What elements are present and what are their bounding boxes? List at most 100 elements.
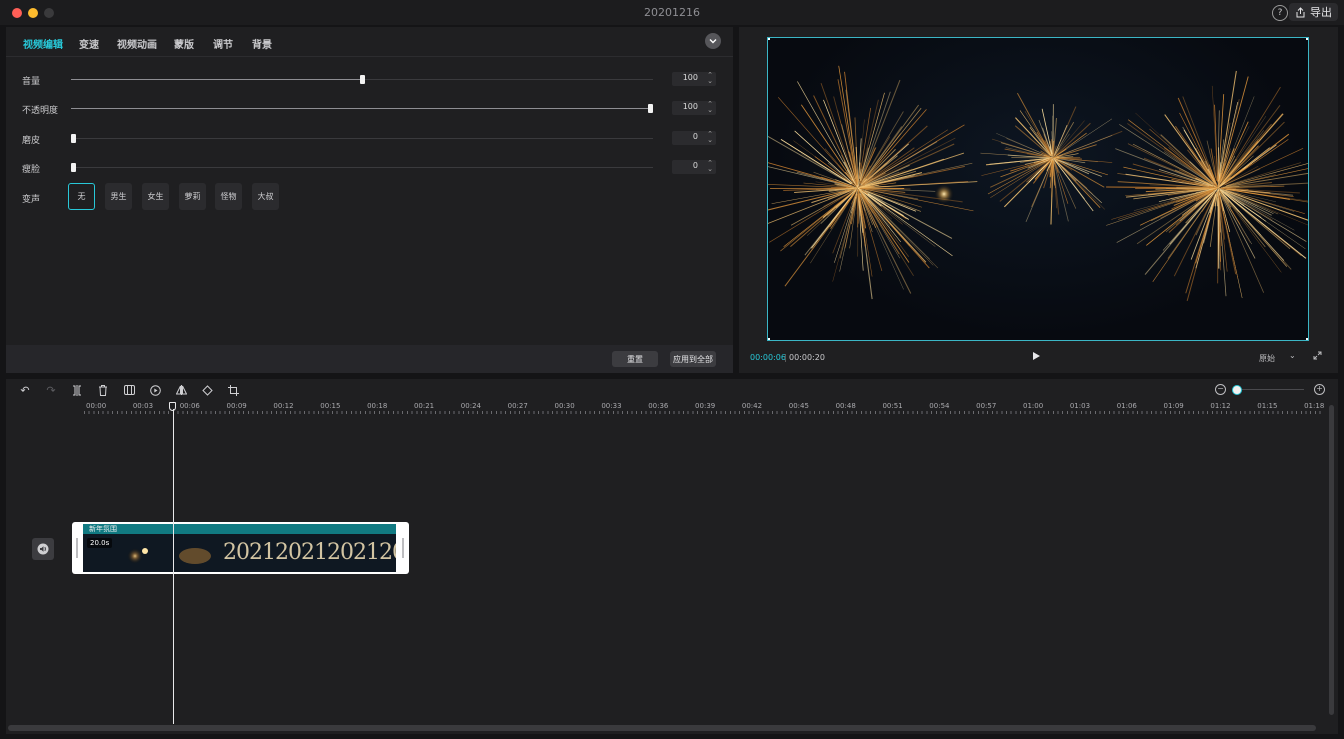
video-preview[interactable] — [767, 37, 1309, 341]
volume-slider[interactable] — [71, 75, 653, 84]
clip-thumb-text: 2021202120212021 — [223, 540, 396, 565]
firework-left — [768, 65, 978, 300]
voice-option-female[interactable]: 女生 — [142, 183, 169, 210]
voice-option-none[interactable]: 无 — [68, 183, 95, 210]
ruler-time-label: 00:39 — [695, 402, 716, 410]
timeline-zoom-knob[interactable] — [1232, 385, 1242, 395]
voice-option-male[interactable]: 男生 — [105, 183, 132, 210]
video-clip[interactable]: 新年氛围 20.0s 2021202120212021 — [72, 522, 409, 574]
mute-track-button[interactable] — [32, 538, 54, 560]
horizontal-scrollbar[interactable] — [8, 725, 1316, 731]
volume-value: 100 — [682, 73, 698, 82]
stepper-arrows-icon[interactable]: ⌃ ⌄ — [707, 160, 713, 173]
tab-speed[interactable]: 变速 — [79, 36, 99, 51]
crop-icon[interactable] — [226, 383, 240, 397]
opacity-value: 100 — [682, 102, 698, 111]
tab-background[interactable]: 背景 — [252, 36, 272, 51]
timeline-ruler[interactable]: 00:00 00:03 00:06 00:09 00:12 00:15 00:18 00:21… — [84, 401, 1324, 415]
reset-button[interactable]: 重置 — [612, 351, 658, 367]
smooth-skin-label: 磨皮 — [22, 136, 41, 146]
total-time: 00:00:20 — [789, 353, 825, 362]
export-label: 导出 — [1310, 6, 1332, 19]
zoom-in-icon[interactable]: + — [1314, 384, 1325, 395]
voice-option-uncle[interactable]: 大叔 — [252, 183, 279, 210]
apply-to-all-button[interactable]: 应用到全部 — [670, 351, 716, 367]
aspect-ratio-select[interactable]: 原始 — [1259, 353, 1275, 364]
ruler-time-label: 00:21 — [413, 402, 435, 410]
smooth-skin-slider-knob[interactable] — [71, 134, 76, 143]
chevron-down-icon[interactable]: ⌄ — [1289, 351, 1296, 360]
tab-video-animation[interactable]: 视频动画 — [117, 36, 157, 51]
firework-streak — [769, 189, 856, 243]
playhead[interactable] — [173, 409, 174, 724]
crop-handle[interactable] — [768, 338, 770, 340]
fullscreen-icon[interactable] — [1313, 351, 1322, 360]
ruler-time-label: 00:42 — [741, 402, 763, 410]
tab-adjust[interactable]: 调节 — [213, 36, 233, 51]
timeline-zoom-slider[interactable] — [1238, 389, 1304, 390]
slim-face-stepper[interactable]: 0 ⌃ ⌄ — [672, 160, 716, 174]
ruler-time-label: 00:51 — [882, 402, 903, 410]
stepper-arrows-icon[interactable]: ⌃ ⌄ — [707, 72, 713, 85]
stepper-arrows-icon[interactable]: ⌃ ⌄ — [707, 131, 713, 144]
ruler-time-label: 00:18 — [367, 402, 388, 410]
voice-option-loli[interactable]: 萝莉 — [179, 183, 206, 210]
undo-icon[interactable]: ↶ — [18, 383, 32, 397]
clip-thumbnail: 新年氛围 20.0s 2021202120212021 — [83, 524, 396, 572]
smooth-skin-slider[interactable] — [71, 134, 653, 143]
rotate-icon[interactable] — [200, 383, 214, 397]
collapse-panel-button[interactable] — [705, 33, 721, 49]
chevron-down-icon — [709, 39, 717, 44]
opacity-slider-knob[interactable] — [648, 104, 653, 113]
ruler-time-label: 00:54 — [929, 402, 950, 410]
volume-slider-fill — [71, 79, 362, 80]
delete-icon[interactable] — [96, 383, 110, 397]
volume-slider-knob[interactable] — [360, 75, 365, 84]
ruler-time-label: 01:15 — [1257, 402, 1278, 410]
voice-option-monster[interactable]: 怪物 — [215, 183, 242, 210]
play-icon[interactable] — [1033, 352, 1040, 360]
clip-trim-handle-left[interactable] — [76, 538, 78, 558]
timeline-panel: ↶ ↷ − + 00:00 00:03 00:06 00:09 00:12 00:15 00… — [6, 379, 1338, 734]
ruler-time-label: 00:00 — [86, 402, 107, 410]
mirror-icon[interactable] — [174, 383, 188, 397]
firework-streak — [987, 159, 1050, 195]
timeline-toolbar: ↶ ↷ − + — [6, 379, 1338, 401]
stepper-arrows-icon[interactable]: ⌃ ⌄ — [707, 101, 713, 114]
crop-handle[interactable] — [1306, 38, 1308, 40]
redo-icon[interactable]: ↷ — [44, 383, 58, 397]
firework-spark — [934, 184, 954, 204]
freeze-frame-icon[interactable] — [122, 383, 136, 397]
ruler-time-label: 00:48 — [835, 402, 856, 410]
split-icon[interactable] — [70, 383, 84, 397]
edit-panel: 视频编辑 变速 视频动画 蒙版 调节 背景 音量 100 ⌃ ⌄ 不透明度 100 ⌃… — [6, 27, 733, 373]
firework-streak — [1054, 135, 1113, 158]
fireworks-image — [768, 65, 1308, 301]
tab-mask[interactable]: 蒙版 — [174, 36, 194, 51]
ruler-time-label: 00:09 — [226, 402, 247, 410]
opacity-label: 不透明度 — [22, 106, 59, 116]
time-separator: | — [784, 353, 787, 362]
window-title: 20201216 — [644, 6, 700, 19]
zoom-out-icon[interactable]: − — [1215, 384, 1226, 395]
ruler-time-label: 01:18 — [1304, 402, 1325, 410]
edit-tabs: 视频编辑 变速 视频动画 蒙版 调节 背景 — [6, 27, 733, 57]
preview-panel: 00:00:06 | 00:00:20 原始 ⌄ — [739, 27, 1338, 373]
vertical-scrollbar[interactable] — [1329, 405, 1334, 715]
export-button[interactable]: 导出 — [1289, 3, 1338, 21]
volume-stepper[interactable]: 100 ⌃ ⌄ — [672, 72, 716, 86]
crop-handle[interactable] — [768, 38, 770, 40]
firework-streak — [1168, 147, 1213, 184]
smooth-skin-stepper[interactable]: 0 ⌃ ⌄ — [672, 131, 716, 145]
tab-video-edit[interactable]: 视频编辑 — [23, 36, 63, 51]
crop-handle[interactable] — [1306, 338, 1308, 340]
volume-label: 音量 — [22, 77, 41, 87]
slim-face-slider-knob[interactable] — [71, 163, 76, 172]
slim-face-slider[interactable] — [71, 163, 653, 172]
opacity-slider[interactable] — [71, 104, 653, 113]
help-icon[interactable]: ? — [1272, 5, 1288, 21]
clip-trim-handle-right[interactable] — [402, 538, 404, 558]
reverse-play-icon[interactable] — [148, 383, 162, 397]
opacity-stepper[interactable]: 100 ⌃ ⌄ — [672, 101, 716, 115]
slim-face-value: 0 — [692, 161, 698, 170]
